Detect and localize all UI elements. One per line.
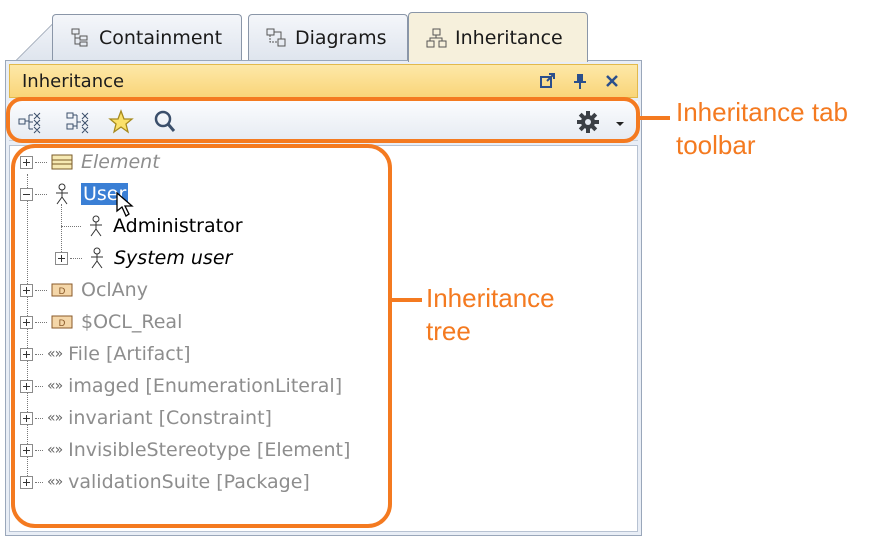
tree-annotation-line1: Inheritance: [426, 283, 555, 313]
tab-strip: Containment Diagrams Inheritance: [0, 0, 869, 62]
tree-highlight-frame: [11, 144, 392, 528]
toolbar-highlight-frame: [6, 97, 640, 143]
toolbar-annotation: Inheritance tab toolbar: [676, 96, 848, 162]
panel-title: Inheritance: [22, 70, 125, 92]
pin-icon[interactable]: [571, 72, 589, 90]
tab-inheritance[interactable]: Inheritance: [408, 12, 588, 62]
undock-icon[interactable]: [539, 72, 557, 90]
tree-callout-line: [392, 298, 422, 302]
tab-containment-label: Containment: [99, 26, 223, 49]
tree-annotation: Inheritance tree: [426, 282, 555, 348]
panel-title-bar: Inheritance: [9, 64, 638, 98]
diagrams-icon: [265, 27, 287, 49]
toolbar-annotation-line2: toolbar: [676, 130, 756, 160]
tab-diagrams-label: Diagrams: [295, 26, 387, 49]
tab-inheritance-label: Inheritance: [455, 26, 563, 49]
inheritance-icon: [425, 27, 447, 49]
toolbar-annotation-line1: Inheritance tab: [676, 97, 849, 127]
toolbar-callout-line: [640, 116, 670, 120]
tree-annotation-line2: tree: [426, 316, 471, 346]
tab-diagrams[interactable]: Diagrams: [248, 14, 408, 60]
close-icon[interactable]: [603, 72, 621, 90]
containment-tree-icon: [69, 27, 91, 49]
tab-containment[interactable]: Containment: [52, 14, 242, 60]
